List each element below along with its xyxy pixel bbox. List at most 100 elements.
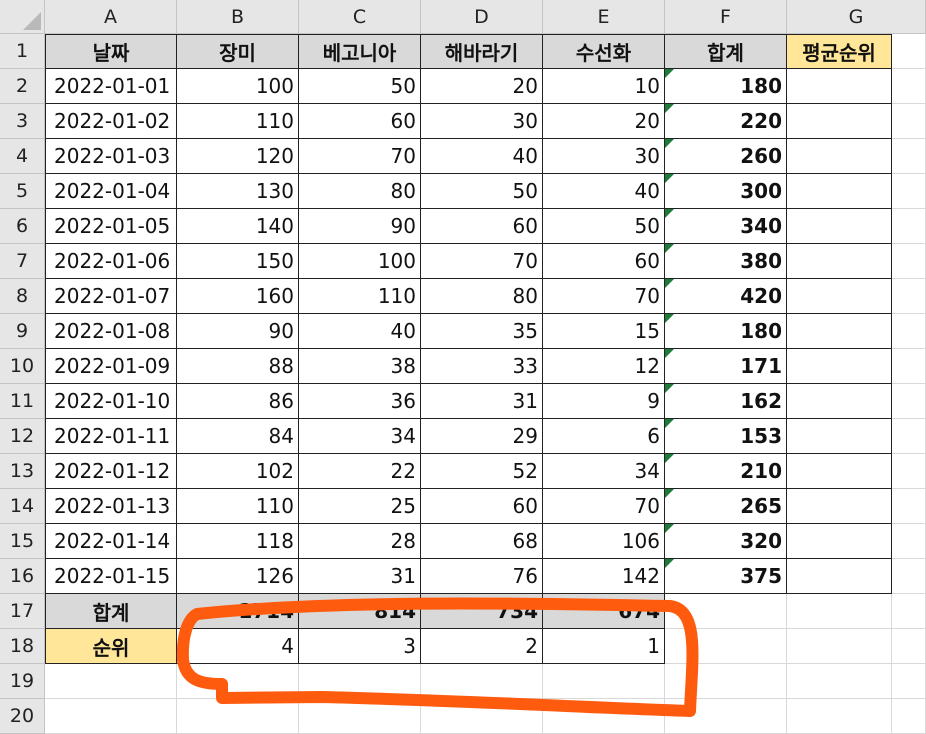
value-cell[interactable]: 90 (299, 209, 421, 244)
value-cell[interactable]: 22 (299, 454, 421, 489)
row-header-19[interactable]: 19 (0, 664, 45, 699)
grid-cell[interactable] (543, 699, 665, 734)
column-header-e[interactable]: E (543, 0, 665, 34)
date-cell[interactable]: 2022-01-11 (45, 419, 177, 454)
rank-cell[interactable]: 4 (177, 629, 299, 664)
value-cell[interactable]: 88 (177, 349, 299, 384)
date-cell[interactable]: 2022-01-02 (45, 104, 177, 139)
row-header-6[interactable]: 6 (0, 209, 45, 244)
grid-cell[interactable] (299, 699, 421, 734)
date-cell[interactable]: 2022-01-13 (45, 489, 177, 524)
column-header-c[interactable]: C (299, 0, 421, 34)
column-header-f[interactable]: F (665, 0, 787, 34)
header-date[interactable]: 날짜 (45, 34, 177, 69)
value-cell[interactable]: 150 (177, 244, 299, 279)
value-cell[interactable]: 80 (421, 279, 543, 314)
grid-cell[interactable] (177, 699, 299, 734)
grid-cell[interactable] (665, 699, 787, 734)
value-cell[interactable]: 36 (299, 384, 421, 419)
rank-label[interactable]: 순위 (45, 629, 177, 664)
header-daffodil[interactable]: 수선화 (543, 34, 665, 69)
value-cell[interactable]: 25 (299, 489, 421, 524)
grid-cell[interactable] (892, 104, 926, 139)
column-header-a[interactable]: A (45, 0, 177, 34)
row-total-cell[interactable]: 375 (665, 559, 787, 594)
average-rank-cell[interactable] (787, 279, 892, 314)
value-cell[interactable]: 50 (421, 174, 543, 209)
date-cell[interactable]: 2022-01-08 (45, 314, 177, 349)
totals-label[interactable]: 합계 (45, 594, 177, 629)
average-rank-cell[interactable] (787, 69, 892, 104)
row-header-4[interactable]: 4 (0, 139, 45, 174)
average-rank-cell[interactable] (787, 419, 892, 454)
row-header-12[interactable]: 12 (0, 419, 45, 454)
value-cell[interactable]: 102 (177, 454, 299, 489)
header-total[interactable]: 합계 (665, 34, 787, 69)
grid-cell[interactable] (665, 594, 787, 629)
value-cell[interactable]: 160 (177, 279, 299, 314)
grid-cell[interactable] (892, 34, 926, 69)
value-cell[interactable]: 120 (177, 139, 299, 174)
row-total-cell[interactable]: 162 (665, 384, 787, 419)
value-cell[interactable]: 50 (299, 69, 421, 104)
date-cell[interactable]: 2022-01-12 (45, 454, 177, 489)
grid-cell[interactable] (892, 69, 926, 104)
grid-cell[interactable] (892, 524, 926, 559)
row-header-2[interactable]: 2 (0, 69, 45, 104)
average-rank-cell[interactable] (787, 349, 892, 384)
value-cell[interactable]: 60 (299, 104, 421, 139)
value-cell[interactable]: 15 (543, 314, 665, 349)
grid-cell[interactable] (787, 594, 892, 629)
value-cell[interactable]: 30 (543, 139, 665, 174)
column-header-d[interactable]: D (421, 0, 543, 34)
value-cell[interactable]: 110 (299, 279, 421, 314)
value-cell[interactable]: 142 (543, 559, 665, 594)
date-cell[interactable]: 2022-01-07 (45, 279, 177, 314)
value-cell[interactable]: 80 (299, 174, 421, 209)
value-cell[interactable]: 100 (177, 69, 299, 104)
average-rank-cell[interactable] (787, 314, 892, 349)
grid-cell[interactable] (892, 454, 926, 489)
grid-cell[interactable] (665, 629, 787, 664)
date-cell[interactable]: 2022-01-09 (45, 349, 177, 384)
value-cell[interactable]: 29 (421, 419, 543, 454)
value-cell[interactable]: 40 (421, 139, 543, 174)
date-cell[interactable]: 2022-01-15 (45, 559, 177, 594)
row-header-1[interactable]: 1 (0, 34, 45, 69)
grid-cell[interactable] (892, 209, 926, 244)
row-header-20[interactable]: 20 (0, 699, 45, 734)
value-cell[interactable]: 68 (421, 524, 543, 559)
value-cell[interactable]: 110 (177, 104, 299, 139)
value-cell[interactable]: 40 (299, 314, 421, 349)
grid-cell[interactable] (665, 664, 787, 699)
grid-cell[interactable] (45, 699, 177, 734)
average-rank-cell[interactable] (787, 104, 892, 139)
row-header-15[interactable]: 15 (0, 524, 45, 559)
grid-cell[interactable] (892, 664, 926, 699)
value-cell[interactable]: 84 (177, 419, 299, 454)
value-cell[interactable]: 126 (177, 559, 299, 594)
row-header-16[interactable]: 16 (0, 559, 45, 594)
value-cell[interactable]: 130 (177, 174, 299, 209)
column-total-cell[interactable]: 674 (543, 594, 665, 629)
row-total-cell[interactable]: 320 (665, 524, 787, 559)
value-cell[interactable]: 118 (177, 524, 299, 559)
grid-cell[interactable] (177, 664, 299, 699)
value-cell[interactable]: 70 (299, 139, 421, 174)
value-cell[interactable]: 31 (421, 384, 543, 419)
grid-cell[interactable] (892, 139, 926, 174)
average-rank-cell[interactable] (787, 384, 892, 419)
average-rank-cell[interactable] (787, 139, 892, 174)
value-cell[interactable]: 34 (543, 454, 665, 489)
grid-cell[interactable] (892, 244, 926, 279)
date-cell[interactable]: 2022-01-01 (45, 69, 177, 104)
column-total-cell[interactable]: 734 (421, 594, 543, 629)
value-cell[interactable]: 10 (543, 69, 665, 104)
grid-cell[interactable] (892, 419, 926, 454)
grid-cell[interactable] (299, 664, 421, 699)
average-rank-cell[interactable] (787, 524, 892, 559)
average-rank-cell[interactable] (787, 244, 892, 279)
grid-cell[interactable] (45, 664, 177, 699)
row-header-10[interactable]: 10 (0, 349, 45, 384)
date-cell[interactable]: 2022-01-05 (45, 209, 177, 244)
